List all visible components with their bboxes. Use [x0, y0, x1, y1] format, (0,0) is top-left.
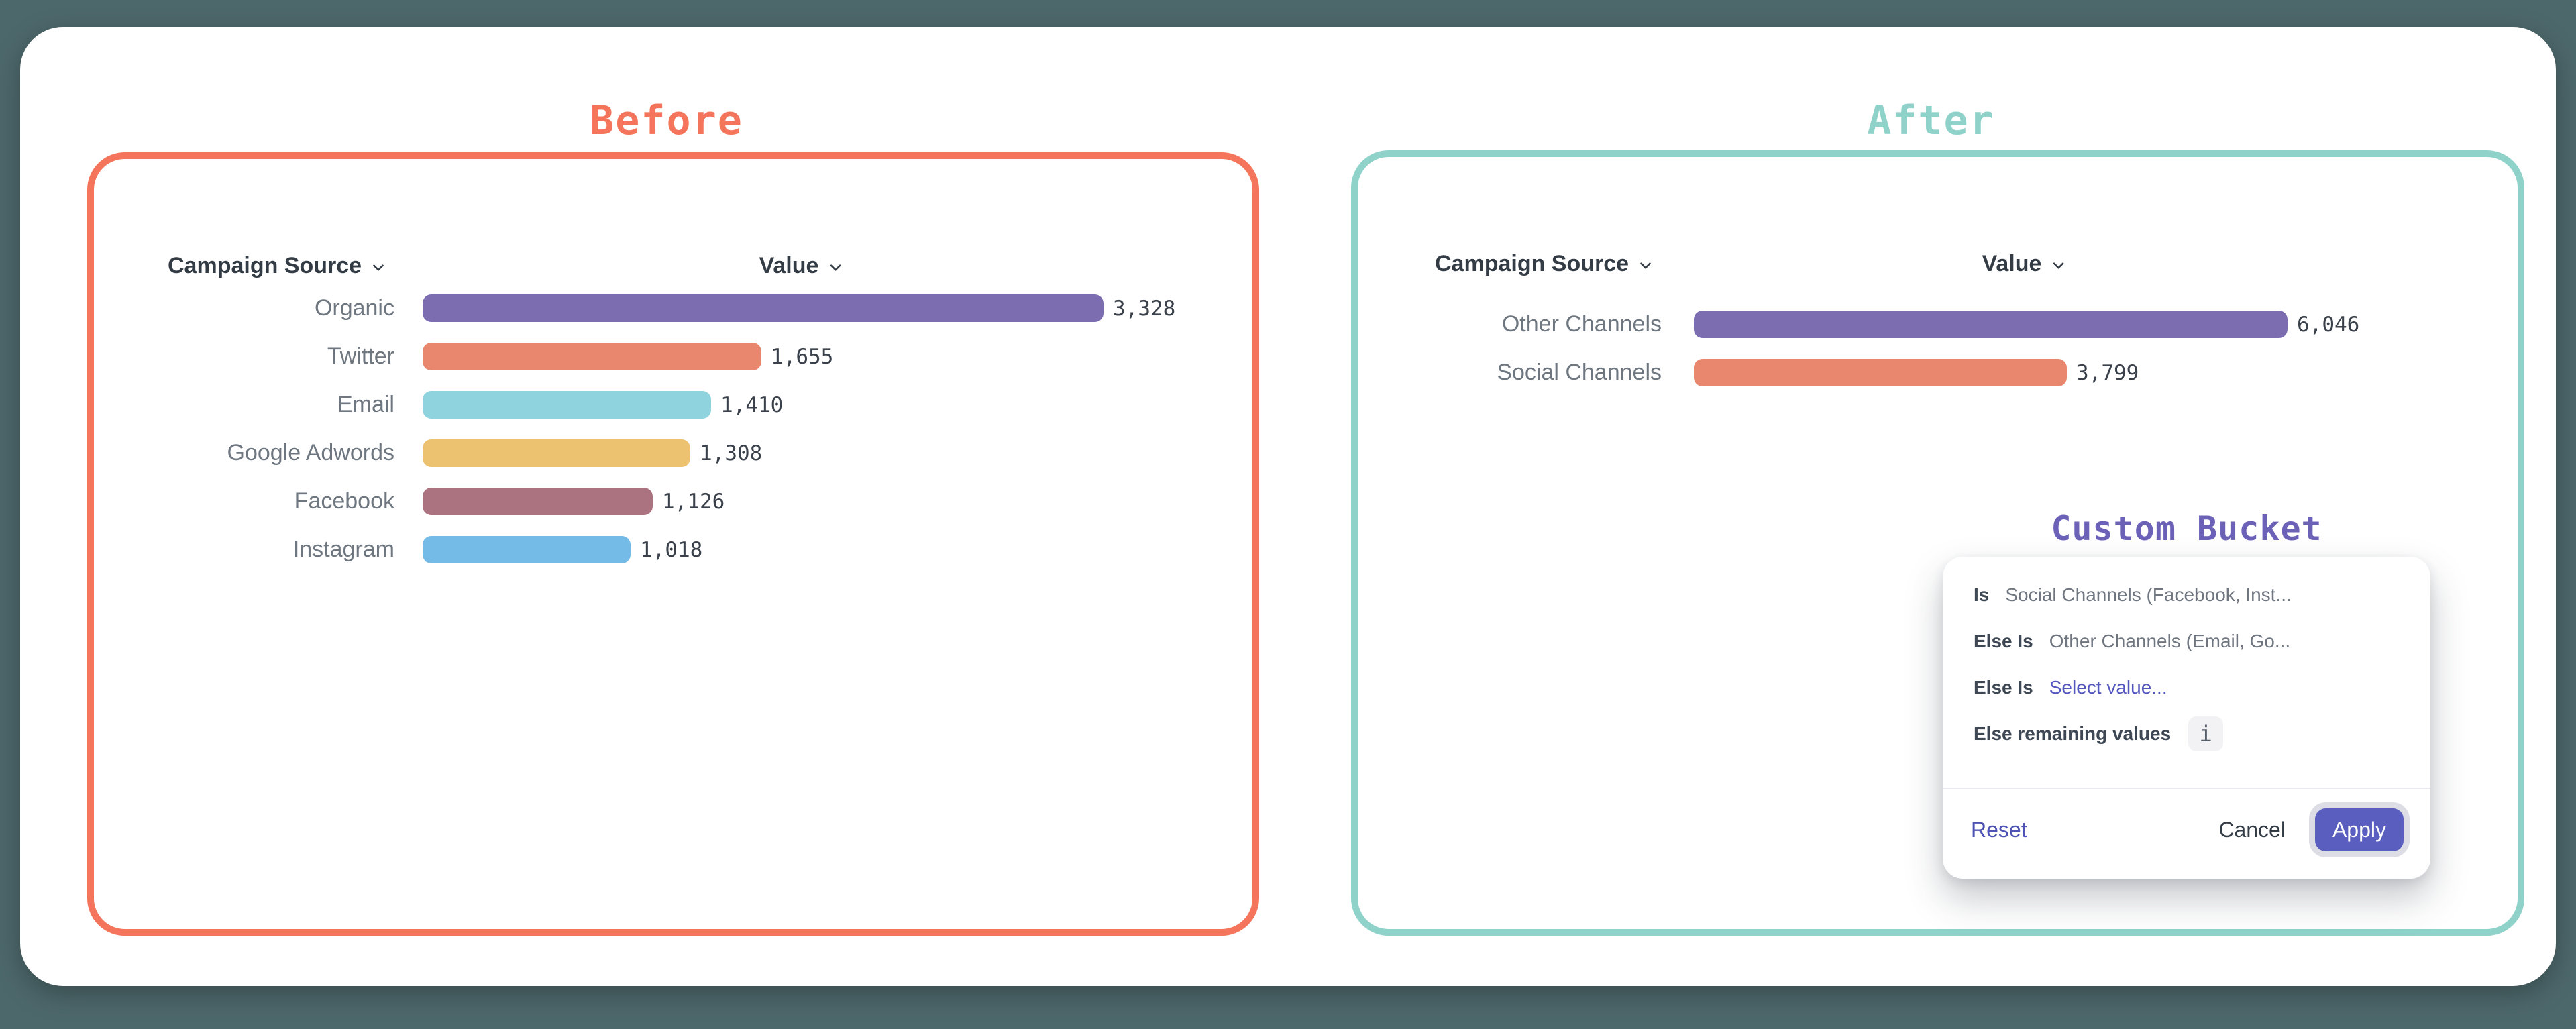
after-source-header-label: Campaign Source	[1435, 251, 1629, 277]
rule-value-label: Other Channels (Email, Go...	[2049, 631, 2290, 652]
popup-divider	[1943, 788, 2430, 789]
bucket-rule-row: Is Social Channels (Facebook, Inst...	[1974, 572, 2410, 618]
rule-value-label: Social Channels (Facebook, Inst...	[2005, 584, 2291, 606]
bar[interactable]	[423, 488, 653, 515]
bucket-rule-row: Else remaining values i	[1974, 710, 2410, 757]
custom-bucket-popup: Is Social Channels (Facebook, Inst... Else…	[1943, 557, 2430, 879]
bar-category-label: Facebook	[94, 488, 394, 514]
chevron-down-icon	[826, 259, 844, 276]
chevron-down-icon	[1637, 257, 1654, 274]
chevron-down-icon	[2049, 257, 2067, 274]
after-title: After	[1351, 97, 2511, 145]
bar[interactable]	[423, 391, 711, 419]
rule-condition-label: Else Is	[1974, 631, 2033, 652]
before-source-column-header[interactable]: Campaign Source	[168, 253, 387, 279]
cancel-button[interactable]: Cancel	[2218, 818, 2286, 843]
page-background: Before After Campaign Source Value Organ…	[0, 0, 2576, 1029]
bar-category-label: Instagram	[94, 537, 394, 563]
apply-button[interactable]: Apply	[2315, 808, 2404, 851]
after-value-column-header[interactable]: Value	[1982, 251, 2068, 277]
after-bar-chart: Other Channels 6,046 Social Channels 3,799	[1358, 311, 2518, 407]
bar-row: Facebook 1,126	[94, 488, 1252, 515]
bar-value-label: 1,018	[640, 538, 702, 562]
bucket-rules-list: Is Social Channels (Facebook, Inst... Else…	[1974, 572, 2410, 757]
bar-category-label: Social Channels	[1358, 360, 1662, 386]
bar-value-label: 1,308	[700, 441, 762, 466]
bar-row: Organic 3,328	[94, 294, 1252, 322]
chevron-down-icon	[370, 259, 387, 276]
rule-condition-label: Else remaining values	[1974, 723, 2171, 745]
before-title: Before	[87, 97, 1246, 145]
bucket-rule-row: Else Is Other Channels (Email, Go...	[1974, 618, 2410, 664]
bar-row: Google Adwords 1,308	[94, 439, 1252, 467]
bar-value-label: 6,046	[2297, 313, 2359, 337]
before-value-column-header[interactable]: Value	[759, 253, 845, 279]
after-value-header-label: Value	[1982, 251, 2042, 277]
select-value-link[interactable]: Select value...	[2049, 677, 2167, 698]
after-source-column-header[interactable]: Campaign Source	[1435, 251, 1654, 277]
bar[interactable]	[423, 294, 1104, 322]
bar-row: Other Channels 6,046	[1358, 311, 2518, 338]
bar[interactable]	[1694, 311, 2288, 338]
reset-button[interactable]: Reset	[1971, 818, 2027, 843]
before-bar-chart: Organic 3,328 Twitter 1,655 Email 1,410 Google…	[94, 294, 1252, 584]
bar-value-label: 3,328	[1113, 296, 1175, 321]
before-value-header-label: Value	[759, 253, 819, 279]
bar-category-label: Organic	[94, 295, 394, 321]
before-source-header-label: Campaign Source	[168, 253, 362, 279]
bar-value-label: 1,655	[771, 345, 833, 369]
bar-value-label: 1,126	[662, 490, 724, 514]
bar-row: Twitter 1,655	[94, 343, 1252, 370]
info-icon[interactable]: i	[2188, 716, 2223, 751]
custom-bucket-title: Custom Bucket	[1943, 508, 2430, 549]
bar-category-label: Email	[94, 392, 394, 418]
bar-value-label: 3,799	[2076, 361, 2139, 385]
bar[interactable]	[423, 439, 690, 467]
bar[interactable]	[1694, 359, 2067, 386]
before-panel: Campaign Source Value Organic 3,328 Twitte…	[87, 152, 1259, 936]
rule-condition-label: Else Is	[1974, 677, 2033, 698]
rule-condition-label: Is	[1974, 584, 1989, 606]
bar-row: Social Channels 3,799	[1358, 359, 2518, 386]
bar[interactable]	[423, 536, 631, 563]
bucket-rule-row: Else Is Select value...	[1974, 664, 2410, 710]
bar[interactable]	[423, 343, 761, 370]
bar-row: Instagram 1,018	[94, 536, 1252, 563]
main-card: Before After Campaign Source Value Organ…	[20, 27, 2556, 986]
bar-row: Email 1,410	[94, 391, 1252, 419]
bar-category-label: Other Channels	[1358, 311, 1662, 337]
bar-category-label: Twitter	[94, 343, 394, 370]
bar-category-label: Google Adwords	[94, 440, 394, 466]
popup-footer: Reset Cancel Apply	[1971, 806, 2404, 853]
bar-value-label: 1,410	[720, 393, 783, 417]
